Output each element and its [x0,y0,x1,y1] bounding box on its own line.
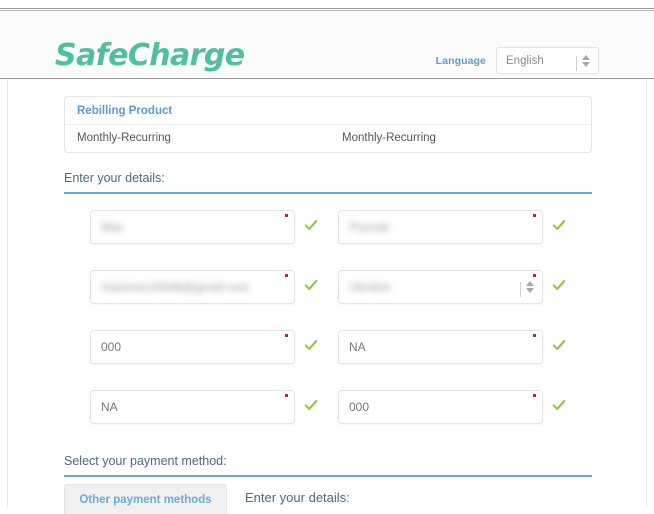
valid-check-icon [304,400,318,410]
required-marker-icon [533,214,536,217]
valid-check-icon [304,280,318,290]
details-form: Max Prymak maximov19596@gmail.com Ukrain… [64,210,592,450]
language-select[interactable]: English [496,47,599,74]
safecharge-logo: SafeCharge [55,38,245,73]
rebilling-cell-type: Monthly-Recurring [342,132,436,144]
payment-section-heading: Select your payment method: [64,452,592,477]
valid-check-icon [304,220,318,230]
first-name-value: Max [101,220,124,234]
table-row: Monthly-Recurring Monthly-Recurring [65,125,591,152]
field-group-first-name: Max [64,210,328,270]
checkout-page: SafeCharge Language English Rebilling Pr… [0,0,654,514]
field-group-zip: 000 [64,330,328,390]
valid-check-icon [552,400,566,410]
form-row: NA 000 [64,390,592,450]
required-marker-icon [285,334,288,337]
required-marker-icon [533,394,536,397]
field-group-last-name: Prymak [328,210,592,270]
required-marker-icon [533,274,536,277]
language-selector-group: Language English [436,47,599,74]
valid-check-icon [552,340,566,350]
country-select[interactable]: Ukraine [338,270,543,304]
field-group-email: maximov19596@gmail.com [64,270,328,330]
field-group-phone: 000 [328,390,592,450]
field-group-city: NA [328,330,592,390]
rebilling-product-title: Rebilling Product [65,97,591,125]
phone-input[interactable]: 000 [338,390,543,424]
chevron-updown-icon[interactable] [576,54,590,71]
valid-check-icon [304,340,318,350]
form-row: 000 NA [64,330,592,390]
required-marker-icon [285,214,288,217]
payment-method-area: Other payment methods Enter your details… [64,484,592,514]
last-name-input[interactable]: Prymak [338,210,543,244]
details-section-heading: Enter your details: [64,169,592,194]
first-name-input[interactable]: Max [90,210,295,244]
form-row: Max Prymak [64,210,592,270]
rebilling-product-panel: Rebilling Product Monthly-Recurring Mont… [64,96,592,153]
page-content: Rebilling Product Monthly-Recurring Mont… [7,80,647,514]
zip-value: 000 [101,340,122,354]
email-value: maximov19596@gmail.com [101,280,250,294]
payment-details-heading: Enter your details: [245,490,350,505]
required-marker-icon [533,334,536,337]
browser-top-strip [0,0,654,9]
last-name-value: Prymak [349,220,390,234]
city-value: NA [349,340,366,354]
address-value: NA [101,400,118,414]
required-marker-icon [285,274,288,277]
city-input[interactable]: NA [338,330,543,364]
site-header: SafeCharge Language English [0,10,654,79]
valid-check-icon [552,280,566,290]
language-selected-value: English [506,54,544,67]
email-input[interactable]: maximov19596@gmail.com [90,270,295,304]
chevron-updown-icon[interactable] [520,281,534,297]
rebilling-cell-name: Monthly-Recurring [77,132,171,144]
phone-value: 000 [349,400,370,414]
details-heading-label: Enter your details: [64,171,165,185]
valid-check-icon [552,220,566,230]
language-label: Language [435,54,486,67]
country-value: Ukraine [349,280,391,294]
field-group-country: Ukraine [328,270,592,330]
tab-other-payment-methods[interactable]: Other payment methods [64,484,227,514]
required-marker-icon [285,394,288,397]
payment-heading-label: Select your payment method: [64,454,227,468]
zip-input[interactable]: 000 [90,330,295,364]
form-row: maximov19596@gmail.com Ukraine [64,270,592,330]
address-input[interactable]: NA [90,390,295,424]
tab-other-payment-methods-label: Other payment methods [79,493,212,506]
field-group-address: NA [64,390,328,450]
